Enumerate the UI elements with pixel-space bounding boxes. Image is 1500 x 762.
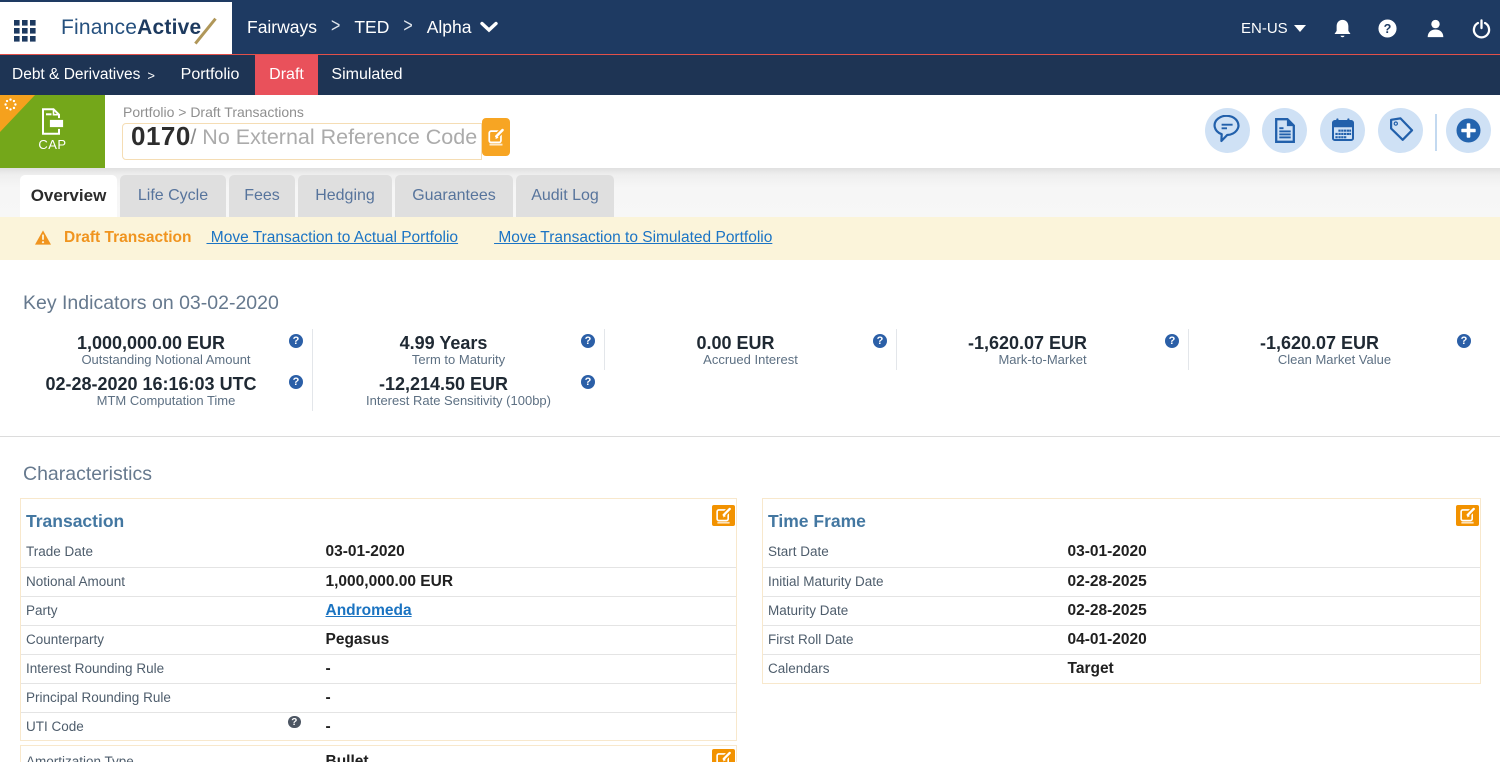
svg-text:?: ? [1384, 22, 1392, 36]
